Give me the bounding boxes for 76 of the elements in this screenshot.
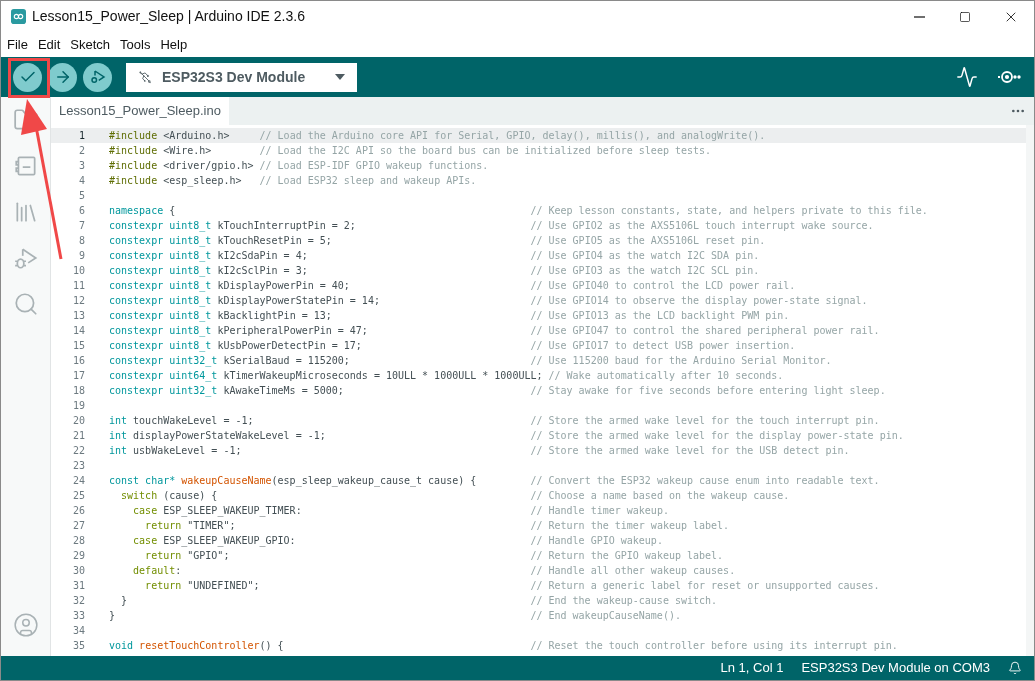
line-number: 35 <box>71 639 85 653</box>
code-line: constexpr uint32_t kSerialBaud = 115200; // Use 115200 baud for the Arduino Serial Monitor. <box>109 354 832 368</box>
code-line: int touchWakeLevel = -1; // Store the armed wake level for the touch interrupt pin. <box>109 414 880 428</box>
line-number: 33 <box>71 609 85 623</box>
line-number: 28 <box>71 534 85 548</box>
code-line: constexpr uint8_t kI2cSclPin = 3; // Use GPIO3 as the watch I2C SCL pin. <box>109 264 760 278</box>
menu-item[interactable]: Tools <box>120 34 151 55</box>
code-line: constexpr uint8_t kPeripheralPowerPin = 47; // Use GPIO47 to control the shared peripheral power rail. <box>109 324 880 338</box>
code-line: int displayPowerStateWakeLevel = -1; // Store the armed wake level for the display power-state pin. <box>109 429 904 443</box>
menu-item[interactable]: Sketch <box>70 34 111 55</box>
line-number: 6 <box>77 204 85 218</box>
code-line: } // End wakeupCauseName(). <box>109 609 681 623</box>
code-line: } // End the wakeup-cause switch. <box>120 594 718 608</box>
menu-item[interactable]: File <box>7 34 28 55</box>
line-number: 10 <box>71 264 85 278</box>
line-number: 24 <box>71 474 85 488</box>
code-line: int usbWakeLevel = -1; // Store the armed wake level for the USB detect pin. <box>109 444 850 458</box>
code-line: default: // Handle all other wakeup causes. <box>132 564 736 578</box>
line-number: 23 <box>71 459 85 473</box>
line-number: 9 <box>77 249 85 263</box>
line-number: 19 <box>71 399 85 413</box>
code-line: constexpr uint32_t kAwakeTimeMs = 5000; // Stay awake for five seconds before entering light sleep. <box>109 384 886 398</box>
code-line: void resetTouchController() { // Reset the touch controller before using its interrupt pin. <box>109 639 898 653</box>
code-line: switch (cause) { // Choose a name based on the wakeup cause. <box>120 489 790 503</box>
line-number: 21 <box>71 429 85 443</box>
line-number: 22 <box>71 444 85 458</box>
line-number: 17 <box>71 369 85 383</box>
line-number: 1 <box>77 129 85 143</box>
line-number: 5 <box>77 189 85 203</box>
code-line: const char* wakeupCauseName(esp_sleep_wakeup_cause_t cause) { // Convert the ESP32 wakeup cause enum into readable text. <box>109 474 880 488</box>
line-number: 15 <box>71 339 85 353</box>
code-line: constexpr uint8_t kDisplayPowerPin = 40; // Use GPIO40 to control the LCD power rail. <box>109 279 796 293</box>
line-number: 2 <box>77 144 85 158</box>
window-title: Lesson15_Power_Sleep | Arduino IDE 2.3.6 <box>32 7 305 26</box>
line-number: 31 <box>71 579 85 593</box>
code-line: constexpr uint8_t kTouchInterruptPin = 2; // Use GPIO2 as the AXS5106L touch interrupt wake source. <box>109 219 874 233</box>
line-number: 7 <box>77 219 85 233</box>
cursor-position: Ln 1, Col 1 <box>720 659 784 678</box>
code-line: #include <Arduino.h> // Load the Arduino core API for Serial, GPIO, delay(), millis(), and analogWrite(). <box>109 129 766 143</box>
line-number: 14 <box>71 324 85 338</box>
line-number: 12 <box>71 294 85 308</box>
line-number: 8 <box>77 234 85 248</box>
code-line: constexpr uint8_t kI2cSdaPin = 4; // Use GPIO4 as the watch I2C SDA pin. <box>109 249 760 263</box>
code-line: constexpr uint8_t kBacklightPin = 13; // Use GPIO13 as the LCD backlight PWM pin. <box>109 309 790 323</box>
code-line: namespace { // Keep lesson constants, state, and helpers private to this file. <box>109 204 928 218</box>
line-number: 29 <box>71 549 85 563</box>
code-line: return "GPIO"; // Return the GPIO wakeup label. <box>144 549 724 563</box>
code-line: #include <driver/gpio.h> // Load ESP-IDF GPIO wakeup functions. <box>109 159 489 173</box>
line-number: 16 <box>71 354 85 368</box>
board-port: ESP32S3 Dev Module on COM3 <box>801 659 990 678</box>
menu-item[interactable]: Edit <box>37 34 61 55</box>
code-line: return "UNDEFINED"; // Return a generic label for reset or unsupported causes. <box>144 579 880 593</box>
line-number: 34 <box>71 624 85 638</box>
code-line: constexpr uint64_t kTimerWakeupMicroseconds = 10ULL * 1000ULL * 1000ULL; // Wake automatically after 10 seconds. <box>109 369 784 383</box>
line-number: 25 <box>71 489 85 503</box>
code-line: #include <Wire.h> // Load the I2C API so the board bus can be initialized before sleep tests. <box>109 144 712 158</box>
code-line: case ESP_SLEEP_WAKEUP_GPIO: // Handle GPIO wakeup. <box>132 534 663 548</box>
line-number: 3 <box>77 159 85 173</box>
code-line: constexpr uint8_t kDisplayPowerStatePin = 14; // Use GPIO14 to observe the display power-state signal. <box>109 294 868 308</box>
file-tab[interactable]: Lesson15_Power_Sleep.ino <box>51 97 229 125</box>
line-number: 4 <box>77 174 85 188</box>
line-number: 32 <box>71 594 85 608</box>
code-line: return "TIMER"; // Return the timer wakeup label. <box>144 519 730 533</box>
line-number: 27 <box>71 519 85 533</box>
code-line: constexpr uint8_t kUsbPowerDetectPin = 17; // Use GPIO17 to detect USB power insertion. <box>109 339 796 353</box>
line-number: 18 <box>71 384 85 398</box>
code-line: case ESP_SLEEP_WAKEUP_TIMER: // Handle timer wakeup. <box>132 504 669 518</box>
line-number: 30 <box>71 564 85 578</box>
code-line: constexpr uint8_t kTouchResetPin = 5; // Use GPIO5 as the AXS5106L reset pin. <box>109 234 766 248</box>
menu-item[interactable]: Help <box>160 34 188 55</box>
line-number: 11 <box>71 279 85 293</box>
line-number: 13 <box>71 309 85 323</box>
line-number: 20 <box>71 414 85 428</box>
line-number: 26 <box>71 504 85 518</box>
code-line: #include <esp_sleep.h> // Load ESP32 sleep and wakeup APIs. <box>109 174 477 188</box>
board-selector[interactable]: ESP32S3 Dev Module <box>126 62 357 92</box>
